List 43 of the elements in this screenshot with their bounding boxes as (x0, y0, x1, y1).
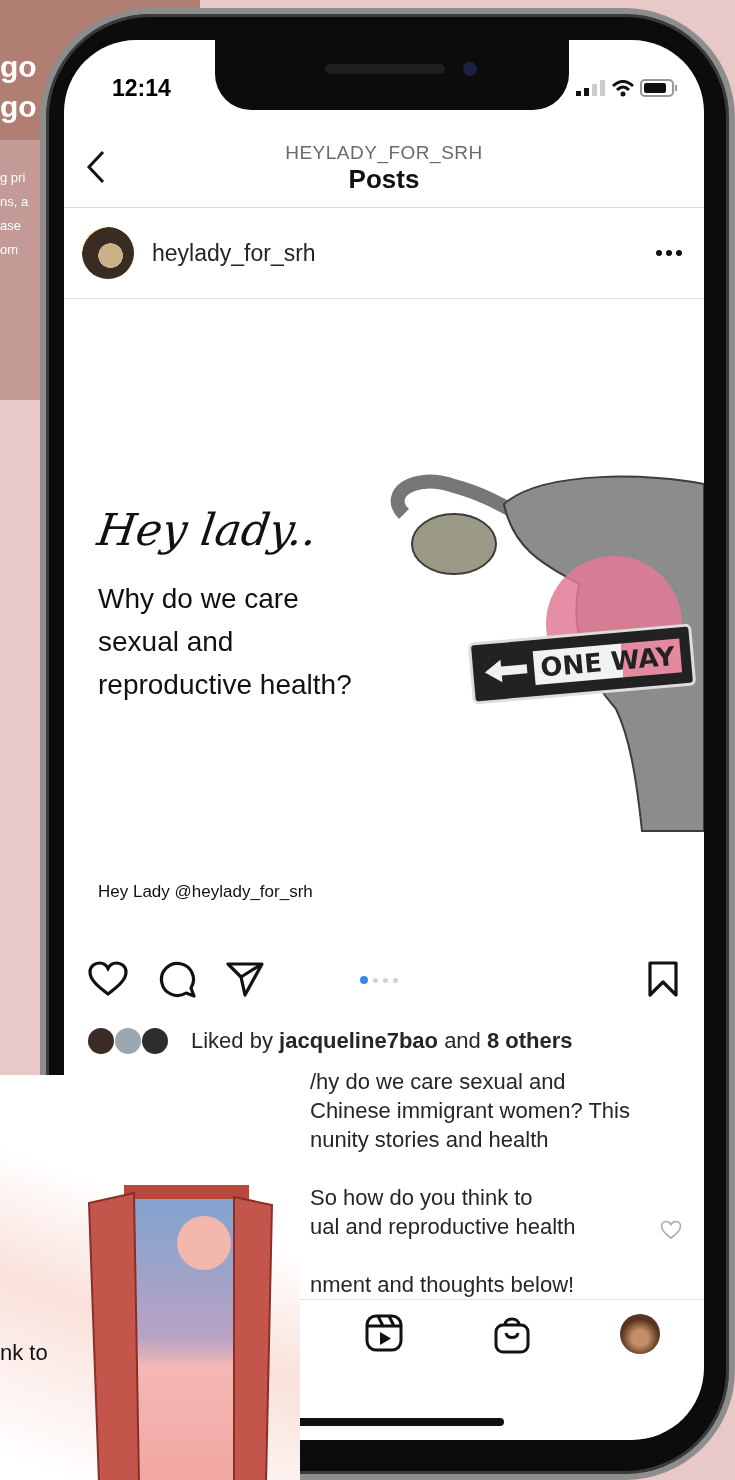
back-icon[interactable] (86, 150, 106, 184)
card-text: ns, a (0, 193, 29, 211)
reels-icon[interactable] (365, 1314, 403, 1352)
card-text: nk to (0, 1340, 48, 1366)
headline-line: Why do we care (98, 582, 299, 616)
carousel-dot[interactable] (393, 977, 398, 983)
send-icon[interactable] (226, 961, 264, 997)
more-icon[interactable] (656, 250, 682, 256)
caption-line: nunity stories and health (310, 1126, 549, 1154)
carousel-dot[interactable] (383, 977, 388, 983)
caption-line: ual and reproductive health (310, 1213, 576, 1241)
card-text: om (0, 241, 20, 259)
username[interactable]: heylady_for_srh (152, 239, 656, 267)
likes-text[interactable]: Liked by jacqueline7bao and 8 others (191, 1027, 573, 1054)
card-heading: go (0, 89, 37, 125)
status-time: 12:14 (112, 74, 171, 102)
bookmark-icon[interactable] (648, 961, 678, 997)
card-heading: go (0, 49, 37, 85)
battery-icon (640, 79, 678, 97)
liker-avatar[interactable] (142, 1027, 168, 1054)
headline-line: reproductive health? (98, 668, 352, 702)
headline-line: sexual and (98, 625, 234, 659)
caption-line: Chinese immigrant women? This (310, 1097, 630, 1125)
carousel-dot[interactable] (373, 977, 378, 983)
wifi-icon (612, 79, 634, 97)
liker-avatar[interactable] (88, 1027, 114, 1054)
camera-dot (463, 62, 477, 76)
caption-line: nment and thoughts below! (310, 1271, 575, 1299)
card-text: g pri (0, 169, 27, 187)
heart-icon[interactable] (88, 961, 128, 997)
caption-line: So how do you think to (310, 1184, 533, 1212)
signal-icon (576, 80, 606, 96)
account-name: HEYLADY_FOR_SRH (285, 142, 483, 164)
caption-line: /hy do we care sexual and (310, 1068, 566, 1096)
comment-icon[interactable] (158, 960, 196, 998)
image-credit: Hey Lady @heylady_for_srh (98, 882, 314, 902)
avatar[interactable] (82, 227, 134, 279)
sign-text: ONE WAY (533, 638, 683, 686)
script-title: Hey lady.. (94, 504, 321, 555)
carousel-dot[interactable] (360, 976, 368, 984)
profile-avatar[interactable] (620, 1314, 660, 1354)
page-title: Posts (348, 164, 420, 195)
card-text: ase (0, 217, 22, 235)
